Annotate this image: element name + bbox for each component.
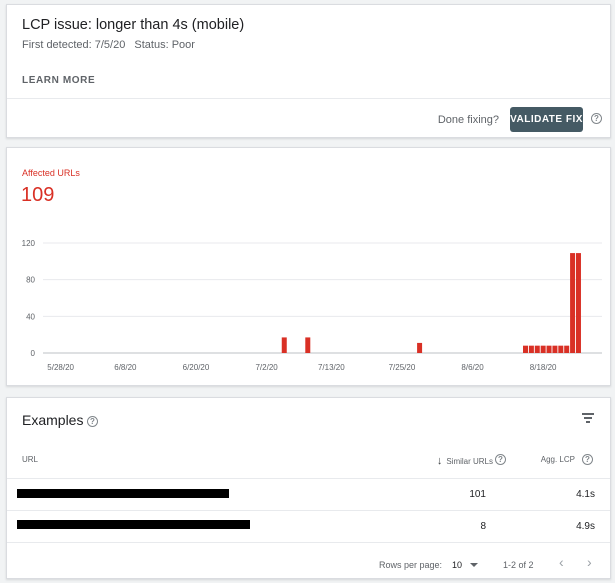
validate-fix-button[interactable]: VALIDATE FIX (510, 107, 583, 132)
chart-bar (281, 337, 287, 353)
issue-meta: First detected: 7/5/20 Status: Poor (22, 39, 201, 51)
y-tick-label: 80 (26, 276, 35, 285)
agg-lcp-cell: 4.9s (576, 521, 595, 532)
chart-bar (305, 337, 311, 353)
x-tick-label: 7/13/20 (318, 363, 345, 372)
first-detected: First detected: 7/5/20 (22, 39, 126, 51)
done-fixing-label: Done fixing? (437, 114, 499, 126)
affected-urls-card: Affected URLs 109 0 40 80 120 5/28/20 6/8/20 6… (6, 147, 611, 386)
y-tick-label: 40 (26, 312, 35, 321)
rows-per-page-label: Rows per page: (379, 560, 443, 570)
chart-bar (528, 345, 534, 353)
divider (7, 542, 610, 543)
rows-per-page-select[interactable]: 10 (452, 560, 462, 570)
similar-urls-cell: 101 (469, 489, 486, 500)
x-tick-label: 8/6/20 (461, 363, 484, 372)
issue-card: LCP issue: longer than 4s (mobile) First… (6, 4, 611, 138)
divider (7, 510, 610, 511)
redacted-url (17, 489, 229, 498)
chart-bar (546, 345, 552, 353)
arrow-down-icon: ↓ (436, 455, 443, 467)
y-tick-label: 0 (31, 349, 36, 358)
x-tick-label: 7/25/20 (389, 363, 416, 372)
status-text: Status: Poor (134, 39, 195, 51)
filter-icon[interactable] (582, 413, 594, 423)
learn-more-link[interactable]: LEARN MORE (22, 75, 95, 86)
x-tick-label: 5/28/20 (47, 363, 74, 372)
chart-bar (552, 345, 558, 353)
x-tick-label: 7/2/20 (255, 363, 278, 372)
chart-bar (564, 345, 570, 353)
redacted-url (17, 520, 250, 529)
column-header-similar-urls[interactable]: ↓ Similar URLs (437, 455, 493, 467)
help-circle-icon[interactable]: ? (87, 416, 98, 427)
divider (7, 478, 610, 479)
x-tick-label: 6/8/20 (114, 363, 137, 372)
chart-bar (534, 345, 540, 353)
chart-bar (417, 342, 423, 353)
divider (7, 98, 610, 99)
chevron-down-icon[interactable] (470, 563, 478, 567)
similar-urls-cell: 8 (480, 521, 486, 532)
affected-urls-chart: 0 40 80 120 5/28/20 6/8/20 6/20/20 7/2/20 7/13/2… (22, 239, 602, 372)
next-page-icon[interactable]: › (587, 554, 592, 570)
examples-title: Examples (22, 412, 84, 428)
chart-bar (575, 253, 581, 353)
pagination-range: 1-2 of 2 (503, 560, 534, 570)
help-circle-icon[interactable]: ? (591, 113, 602, 124)
column-header-agg-lcp[interactable]: Agg. LCP (541, 455, 575, 464)
column-header-url: URL (22, 455, 39, 464)
help-circle-icon[interactable]: ? (582, 454, 593, 465)
x-tick-label: 8/18/20 (530, 363, 557, 372)
chart-bar (570, 253, 576, 353)
examples-card: Examples ? URL ↓ Similar URLs ? Agg. LCP… (6, 397, 611, 579)
chart-bar (523, 345, 529, 353)
agg-lcp-cell: 4.1s (576, 489, 595, 500)
column-header-similar-label: Similar URLs (446, 456, 493, 466)
chart-bar (540, 345, 546, 353)
prev-page-icon[interactable]: ‹ (559, 554, 564, 570)
y-tick-label: 120 (22, 239, 36, 248)
issue-title: LCP issue: longer than 4s (mobile) (22, 17, 245, 33)
x-tick-label: 6/20/20 (183, 363, 210, 372)
chart-bar (558, 345, 564, 353)
help-circle-icon[interactable]: ? (495, 454, 506, 465)
